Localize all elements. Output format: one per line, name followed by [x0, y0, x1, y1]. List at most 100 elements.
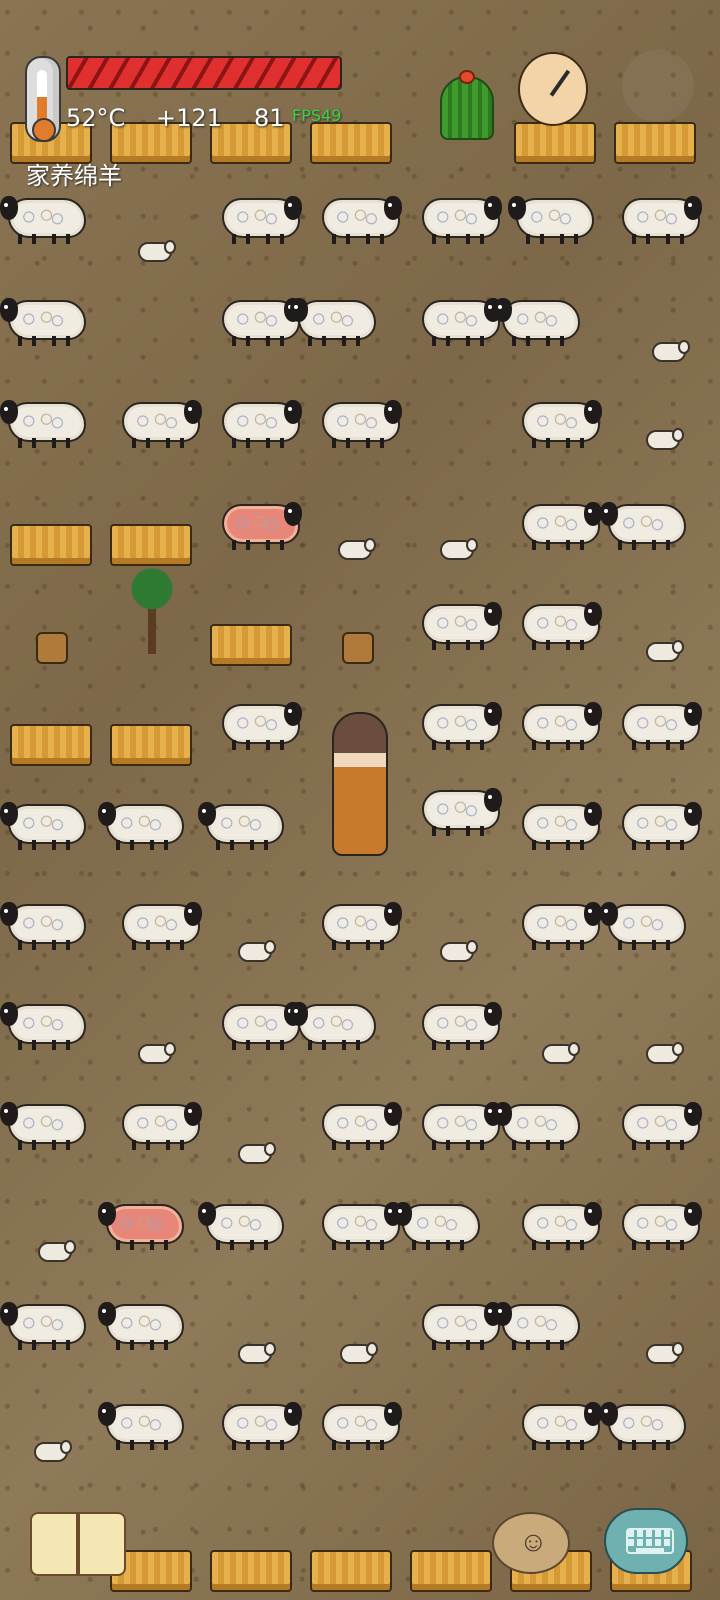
sheep[interactable]: [314, 1096, 402, 1152]
lamb[interactable]: [646, 640, 684, 662]
sheep[interactable]: [394, 1196, 482, 1252]
crate[interactable]: [10, 524, 92, 566]
potato-icon[interactable]: [492, 1512, 570, 1574]
shorn-sheep[interactable]: [98, 1196, 186, 1252]
lamb[interactable]: [34, 1440, 72, 1462]
sheep[interactable]: [290, 996, 378, 1052]
keyboard-icon[interactable]: [604, 1508, 688, 1574]
sheep[interactable]: [414, 996, 502, 1052]
sheep[interactable]: [494, 292, 582, 348]
lamb[interactable]: [38, 1240, 76, 1262]
crate[interactable]: [210, 1550, 292, 1592]
sheep[interactable]: [114, 394, 202, 450]
sheep[interactable]: [214, 996, 302, 1052]
sheep[interactable]: [414, 782, 502, 838]
book-icon[interactable]: [30, 1512, 126, 1576]
sheep[interactable]: [514, 1196, 602, 1252]
sheep[interactable]: [98, 796, 186, 852]
sheep[interactable]: [114, 1096, 202, 1152]
health-bar-fill: [68, 58, 340, 88]
lamb[interactable]: [646, 428, 684, 450]
lamb[interactable]: [138, 1042, 176, 1064]
sheep[interactable]: [514, 394, 602, 450]
sheep[interactable]: [0, 996, 88, 1052]
hud: 52°C +121 81 FPS49 家养绵羊: [0, 0, 720, 200]
sheep[interactable]: [514, 796, 602, 852]
sheep[interactable]: [198, 796, 286, 852]
sheep[interactable]: [214, 696, 302, 752]
health-bar: [66, 56, 342, 90]
sheep[interactable]: [514, 1396, 602, 1452]
sheep[interactable]: [214, 1396, 302, 1452]
delta-readout: +121: [156, 104, 222, 132]
shorn-sheep[interactable]: [214, 496, 302, 552]
lamb[interactable]: [238, 1142, 276, 1164]
lamb[interactable]: [238, 1342, 276, 1364]
lamb[interactable]: [440, 538, 478, 560]
sheep[interactable]: [414, 292, 502, 348]
lamb[interactable]: [652, 340, 690, 362]
sheep[interactable]: [0, 1296, 88, 1352]
sheep[interactable]: [414, 1096, 502, 1152]
fps-readout: FPS49: [292, 106, 342, 125]
sheep[interactable]: [98, 1396, 186, 1452]
crate[interactable]: [310, 1550, 392, 1592]
sheep[interactable]: [414, 696, 502, 752]
cactus-icon[interactable]: [440, 70, 494, 140]
sheep[interactable]: [314, 1396, 402, 1452]
bucket[interactable]: [342, 632, 374, 664]
sheep[interactable]: [414, 1296, 502, 1352]
sheep[interactable]: [514, 496, 602, 552]
lamb[interactable]: [646, 1042, 684, 1064]
page-title: 家养绵羊: [26, 162, 122, 190]
lamb[interactable]: [340, 1342, 378, 1364]
sheep[interactable]: [314, 896, 402, 952]
temperature-readout: 52°C: [66, 104, 126, 132]
sheep[interactable]: [514, 696, 602, 752]
sheep[interactable]: [614, 696, 702, 752]
player-character[interactable]: [332, 712, 388, 856]
sheep[interactable]: [414, 596, 502, 652]
lamb[interactable]: [440, 940, 478, 962]
lamb[interactable]: [238, 940, 276, 962]
sheep[interactable]: [198, 1196, 286, 1252]
sheep[interactable]: [0, 1096, 88, 1152]
bucket[interactable]: [36, 632, 68, 664]
clock-hand: [549, 69, 571, 97]
crate[interactable]: [110, 724, 192, 766]
lamb[interactable]: [138, 240, 176, 262]
sheep[interactable]: [600, 496, 688, 552]
lamb[interactable]: [646, 1342, 684, 1364]
lamb[interactable]: [338, 538, 376, 560]
sheep[interactable]: [0, 394, 88, 450]
sheep[interactable]: [314, 394, 402, 450]
sheep[interactable]: [0, 796, 88, 852]
crate[interactable]: [410, 1550, 492, 1592]
crate[interactable]: [210, 624, 292, 666]
sheep[interactable]: [614, 796, 702, 852]
sheep[interactable]: [0, 896, 88, 952]
sheep[interactable]: [514, 596, 602, 652]
clock-icon[interactable]: [518, 52, 588, 126]
sheep[interactable]: [98, 1296, 186, 1352]
sheep[interactable]: [290, 292, 378, 348]
thermometer-icon: [25, 56, 61, 142]
sheep[interactable]: [600, 1396, 688, 1452]
value-readout: 81: [254, 104, 285, 132]
lamb[interactable]: [542, 1042, 580, 1064]
sheep[interactable]: [614, 1196, 702, 1252]
sheep[interactable]: [514, 896, 602, 952]
game-world[interactable]: [0, 0, 720, 1600]
gear-icon[interactable]: [622, 50, 694, 122]
sheep[interactable]: [114, 896, 202, 952]
sheep[interactable]: [0, 292, 88, 348]
sheep[interactable]: [600, 896, 688, 952]
sheep[interactable]: [214, 394, 302, 450]
crate[interactable]: [10, 724, 92, 766]
sheep[interactable]: [214, 292, 302, 348]
sheep[interactable]: [314, 1196, 402, 1252]
sheep[interactable]: [494, 1096, 582, 1152]
sheep[interactable]: [494, 1296, 582, 1352]
sheep[interactable]: [614, 1096, 702, 1152]
tree[interactable]: [124, 560, 180, 656]
